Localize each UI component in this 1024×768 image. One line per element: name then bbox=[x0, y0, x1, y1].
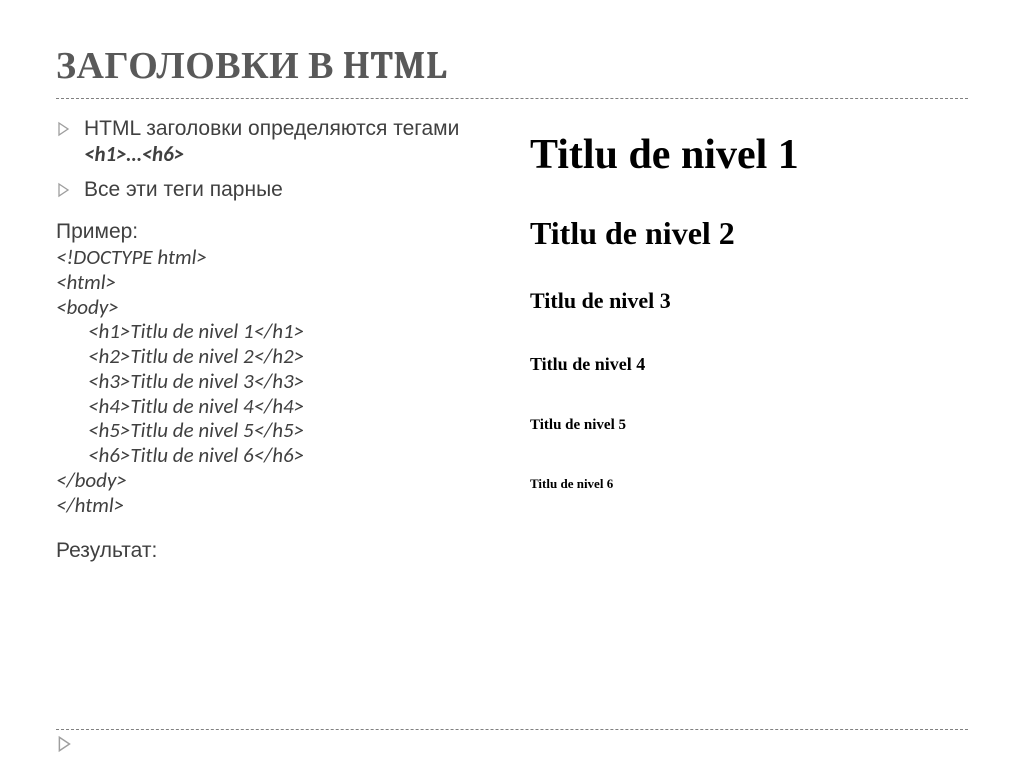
bullet-item: HTML заголовки определяются тегами <h1>…… bbox=[56, 117, 506, 168]
code-line: <h5>Titlu de nivel 5</h5> bbox=[56, 418, 506, 443]
divider-bottom bbox=[56, 729, 968, 730]
code-line: <html> bbox=[56, 269, 116, 295]
bullet-pre: Все эти теги парные bbox=[84, 178, 283, 201]
code-line: <h6>Titlu de nivel 6</h6> bbox=[56, 443, 506, 468]
code-line: <h1>Titlu de nivel 1</h1> bbox=[56, 319, 506, 344]
code-block: <!DOCTYPE html> <html> <body> <h1>Titlu … bbox=[56, 245, 506, 517]
bullet-text: HTML заголовки определяются тегами <h1>…… bbox=[84, 117, 506, 168]
bullet-pre: HTML заголовки определяются тегами bbox=[84, 117, 459, 140]
rendered-h3: Titlu de nivel 3 bbox=[530, 288, 968, 314]
code-line: </html> bbox=[56, 492, 124, 518]
slide: ЗАГОЛОВКИ В HTML HTML заголовки определя… bbox=[0, 0, 1024, 768]
code-line: <h2>Titlu de nivel 2</h2> bbox=[56, 344, 506, 369]
next-slide-marker-icon bbox=[56, 735, 74, 758]
code-line: <h4>Titlu de nivel 4</h4> bbox=[56, 394, 506, 419]
rendered-h5: Titlu de nivel 5 bbox=[530, 417, 968, 434]
content-columns: HTML заголовки определяются тегами <h1>…… bbox=[56, 117, 968, 564]
right-column: Titlu de nivel 1 Titlu de nivel 2 Titlu … bbox=[530, 117, 968, 564]
bullet-code: <h1>…<h6> bbox=[84, 141, 184, 167]
code-line: <h3>Titlu de nivel 3</h3> bbox=[56, 369, 506, 394]
rendered-h2: Titlu de nivel 2 bbox=[530, 215, 968, 252]
divider-top bbox=[56, 98, 968, 99]
bullet-item: Все эти теги парные bbox=[56, 178, 506, 203]
code-line: <!DOCTYPE html> bbox=[56, 244, 207, 270]
bullet-marker-icon bbox=[56, 117, 84, 137]
code-line: </body> bbox=[56, 467, 127, 493]
bullet-marker-icon bbox=[56, 178, 84, 198]
slide-title: ЗАГОЛОВКИ В HTML bbox=[56, 44, 968, 88]
rendered-h6: Titlu de nivel 6 bbox=[530, 476, 968, 492]
code-line: <body> bbox=[56, 294, 119, 320]
rendered-h1: Titlu de nivel 1 bbox=[530, 131, 968, 179]
left-column: HTML заголовки определяются тегами <h1>…… bbox=[56, 117, 506, 564]
result-label: Результат: bbox=[56, 539, 506, 564]
bullet-text: Все эти теги парные bbox=[84, 178, 506, 203]
rendered-h4: Titlu de nivel 4 bbox=[530, 354, 968, 375]
example-label: Пример: bbox=[56, 220, 506, 245]
